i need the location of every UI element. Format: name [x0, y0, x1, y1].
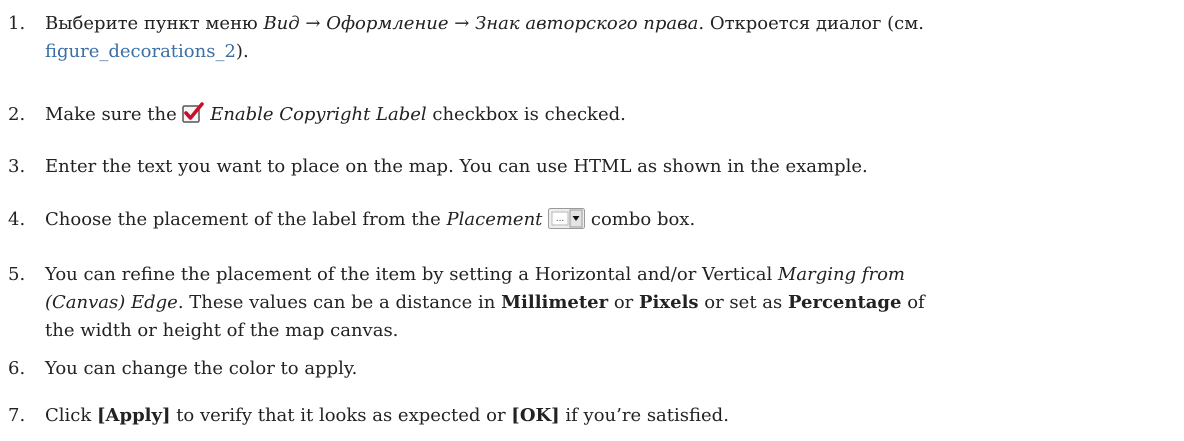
step-7: 7. Click [Apply] to verify that it looks …	[8, 402, 1173, 430]
step-number: 1.	[8, 13, 26, 34]
step-number: 6.	[8, 358, 26, 379]
step-text: if you’re satisfied.	[559, 405, 729, 426]
step-text: or set as	[698, 292, 788, 313]
svg-text:...: ...	[556, 214, 565, 224]
step-text: Make sure the	[45, 104, 183, 125]
step-text: . Откроется диалог (см.	[698, 13, 924, 34]
margin-label: Marging from	[777, 264, 905, 285]
step-text: . These values can be a distance in	[177, 292, 502, 313]
unit-millimeter: Millimeter	[501, 292, 609, 313]
steps-list: 1. Выберите пункт меню Вид → Оформление →…	[0, 0, 1184, 441]
figure-link[interactable]: figure_decorations_2	[45, 41, 236, 62]
placement-label: Placement	[446, 209, 543, 230]
step-text: of	[901, 292, 925, 313]
step-text: You can change the color to apply.	[45, 358, 358, 379]
step-text: You can refine the placement of the item…	[45, 264, 778, 285]
step-6: 6. You can change the color to apply.	[8, 355, 1173, 383]
unit-percentage: Percentage	[787, 292, 902, 313]
checked-checkbox-icon	[182, 102, 205, 133]
step-text: Enter the text you want to place on the …	[45, 156, 868, 177]
step-number: 2.	[8, 104, 26, 125]
step-5: 5. You can refine the placement of the it…	[8, 261, 1173, 345]
step-number: 7.	[8, 405, 26, 426]
step-text: combo box.	[585, 209, 696, 230]
step-text: checkbox is checked.	[426, 104, 626, 125]
step-text: to verify that it looks as expected or	[170, 405, 512, 426]
step-text: Click	[45, 405, 97, 426]
checkbox-label: Enable Copyright Label	[210, 104, 427, 125]
combo-box-icon: ...	[548, 208, 586, 238]
step-3: 3. Enter the text you want to place on th…	[8, 153, 1173, 181]
margin-label: (Canvas) Edge	[45, 292, 178, 313]
step-text: Choose the placement of the label from t…	[45, 209, 447, 230]
step-number: 4.	[8, 209, 26, 230]
step-text: Выберите пункт меню	[45, 13, 264, 34]
step-1: 1. Выберите пункт меню Вид → Оформление →…	[8, 10, 1173, 66]
step-text: the width or height of the map canvas.	[45, 320, 399, 341]
step-4: 4. Choose the placement of the label from…	[8, 206, 1173, 238]
ok-button-ref: [OK]	[511, 405, 560, 426]
apply-button-ref: [Apply]	[97, 405, 171, 426]
step-text: or	[608, 292, 640, 313]
step-text: ).	[235, 41, 249, 62]
step-number: 3.	[8, 156, 26, 177]
unit-pixels: Pixels	[639, 292, 699, 313]
menu-path: Вид → Оформление → Знак авторского права	[263, 13, 699, 34]
step-2: 2. Make sure the Enable Copyright Label c…	[8, 101, 1173, 133]
step-number: 5.	[8, 264, 26, 285]
